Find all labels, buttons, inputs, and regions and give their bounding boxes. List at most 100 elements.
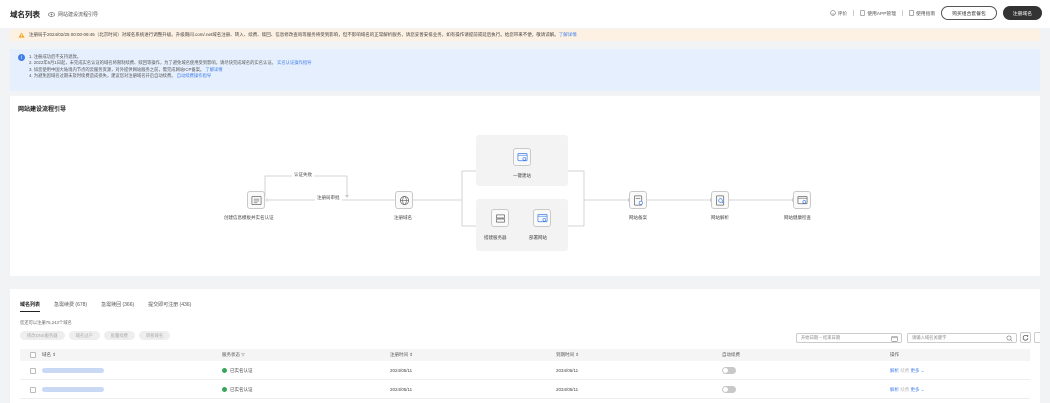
domain-name-redacted[interactable] <box>42 368 104 373</box>
resolve-link[interactable]: 解析 <box>890 387 899 392</box>
tab-domain-list[interactable]: 域名列表 <box>20 301 41 312</box>
realname-guide-link[interactable]: 实名认证操作指导 <box>277 60 311 65</box>
quick-build-node[interactable] <box>513 148 531 166</box>
deploy-node[interactable] <box>533 209 551 227</box>
health-node[interactable] <box>793 191 811 209</box>
deploy-node-label: 部署网站 <box>529 235 547 240</box>
status-badge: 已实名认证 <box>222 387 253 393</box>
domain-list-card: 域名列表 急需续费 (678) 急需赎回 (366) 提交即可注册 (436) … <box>10 289 1040 403</box>
transfer-owner-button[interactable]: 域名过户 <box>68 331 100 340</box>
tab-redeem[interactable]: 急需赎回 (366) <box>101 301 134 312</box>
domain-tabs: 域名列表 急需续费 (678) 急需赎回 (366) 提交即可注册 (436) <box>20 301 191 312</box>
dns-icon <box>715 195 724 205</box>
domain-name-redacted[interactable] <box>42 387 104 392</box>
id-card-icon <box>251 195 261 205</box>
edge-label-approved: 注册局审批 <box>315 195 342 201</box>
row-actions: 解析 续费 更多 ⌄ <box>890 387 925 393</box>
notice-line: 1. 注册成功后不支持退款。 <box>29 54 82 59</box>
guide-toggle[interactable]: 网站建设流程引导 <box>48 11 98 18</box>
filing-icon <box>633 195 643 205</box>
date-range-picker[interactable]: 开始日期 – 结束日期 <box>796 333 902 343</box>
col-actions: 操作 <box>890 352 899 357</box>
dns-node[interactable] <box>711 191 729 209</box>
buy-portfolio-button[interactable]: 购买组合套餐包 <box>941 6 997 20</box>
flow-connectors <box>264 170 795 227</box>
renew-link[interactable]: 续费 <box>900 368 909 373</box>
registered-date: 2024/05/11 <box>390 368 413 373</box>
divider <box>902 10 903 16</box>
select-all-checkbox[interactable] <box>30 352 36 358</box>
register-domain-button[interactable]: 注册域名 <box>1002 6 1042 20</box>
page-title: 域名列表 <box>10 9 40 19</box>
col-autorenew: 自动续费 <box>722 352 740 357</box>
row-checkbox[interactable] <box>30 387 36 393</box>
autorenew-guide-link[interactable]: 自动续费操作指导 <box>177 73 211 78</box>
modify-dns-button[interactable]: 修改DNS服务器 <box>20 331 65 340</box>
more-link[interactable]: 更多 ⌄ <box>911 368 925 373</box>
guide-toggle-label: 网站建设流程引导 <box>58 11 99 18</box>
status-badge: 已实名认证 <box>222 368 253 374</box>
refresh-icon <box>1022 334 1029 341</box>
calendar-icon <box>891 336 898 342</box>
autorenew-toggle[interactable] <box>722 367 736 374</box>
success-dot-icon <box>222 387 227 392</box>
export-button[interactable] <box>1034 332 1040 343</box>
build-server-node[interactable] <box>491 209 509 227</box>
icp-node[interactable] <box>629 191 647 209</box>
expiry-date: 2034/05/11 <box>556 387 579 392</box>
search-placeholder: 请输入域名关键字 <box>912 335 947 340</box>
col-status[interactable]: 服务状态 ▽ <box>222 352 245 358</box>
tab-renew[interactable]: 急需续费 (678) <box>54 301 87 312</box>
col-expires[interactable]: 到期时间 ⇕ <box>556 352 579 358</box>
divider <box>853 10 855 16</box>
warning-detail-link[interactable]: 了解详情 <box>559 32 577 38</box>
table-row: 已实名认证 2024/05/11 2034/05/11 解析 续费 更多 ⌄ <box>20 362 1030 380</box>
autorenew-toggle[interactable] <box>722 386 736 393</box>
quota-note: 您还可以注册75,243个域名 <box>20 320 72 325</box>
build-server-node-label: 搭建服务器 <box>484 235 507 240</box>
server-icon <box>495 213 505 223</box>
health-check-icon <box>797 195 807 204</box>
notice-panel: i 1. 注册成功后不支持退款。 2. 2022年6月1日起，未完成实名认证的域… <box>10 49 1040 91</box>
warning-text: 注册局于2024/02/25 00:00-09:45（北京时间）对域名系统进行调… <box>29 32 559 37</box>
col-domain[interactable]: 域名 ⇕ <box>42 352 56 358</box>
search-icon <box>1006 335 1013 342</box>
row-checkbox[interactable] <box>30 368 36 374</box>
col-registered[interactable]: 注册时间 ⇕ <box>390 352 413 358</box>
register-node-label: 注册域名 <box>394 215 412 220</box>
deploy-icon <box>537 213 547 222</box>
table-row: 已实名认证 2024/05/11 2034/05/11 解析 续费 更多 ⌄ <box>20 381 1030 399</box>
template-node-label: 创建信息模板并实名认证 <box>224 215 274 220</box>
site-build-icon <box>517 152 527 161</box>
info-icon: i <box>18 54 25 61</box>
row-actions: 解析 续费 更多 ⌄ <box>890 368 925 374</box>
dns-node-label: 网站解析 <box>711 215 729 220</box>
page-header: 域名列表 网站建设流程引导 评价 使用APP管理 使用指南 购买组合套餐包 注册… <box>0 0 1050 28</box>
feedback-link[interactable]: 评价 <box>829 10 847 17</box>
health-node-label: 网站健康检查 <box>784 215 811 220</box>
eye-icon <box>48 11 55 17</box>
tab-submit[interactable]: 提交即可注册 (436) <box>148 301 191 312</box>
app-manage-link[interactable]: 使用APP管理 <box>860 10 896 17</box>
header-actions: 评价 使用APP管理 使用指南 购买组合套餐包 注册域名 <box>829 6 1042 20</box>
build-guide-card: 网站建设流程引导 认证失败 注册局审批 创建信息模板并实名认证 注册域名 一键建… <box>10 96 1040 276</box>
batch-renew-button[interactable]: 批量续费 <box>103 331 135 340</box>
renew-link[interactable]: 续费 <box>900 387 909 392</box>
warning-icon <box>18 32 25 38</box>
icp-detail-link[interactable]: 了解详情 <box>205 67 222 72</box>
register-node[interactable] <box>395 191 413 209</box>
notice-line: 2. 2022年6月1日起，未完成实名认证的域名将限制续费、赎回等操作，为了避免… <box>29 60 276 66</box>
success-dot-icon <box>222 368 227 373</box>
more-link[interactable]: 更多 ⌄ <box>911 387 925 392</box>
date-range-placeholder: 开始日期 – 结束日期 <box>801 335 841 340</box>
globe-icon <box>399 195 409 205</box>
batch-actions: 修改DNS服务器 域名过户 批量续费 转移域名 <box>20 331 171 340</box>
domain-search-input[interactable]: 请输入域名关键字 <box>907 333 1017 343</box>
transfer-domain-button[interactable]: 转移域名 <box>138 331 171 340</box>
resolve-link[interactable]: 解析 <box>890 368 899 373</box>
template-node[interactable] <box>247 191 265 209</box>
doc-icon <box>909 10 914 16</box>
refresh-button[interactable] <box>1020 332 1031 343</box>
maintenance-warning: 注册局于2024/02/25 00:00-09:45（北京时间）对域名系统进行调… <box>10 29 1040 41</box>
guide-link[interactable]: 使用指南 <box>909 10 935 17</box>
